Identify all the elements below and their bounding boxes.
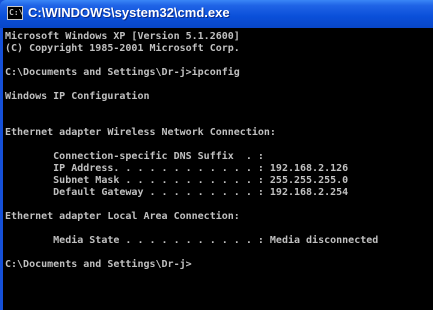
console-line: Ethernet adapter Local Area Connection: [5,211,240,222]
console-lines: Microsoft Windows XP [Version 5.1.2600] … [5,31,378,271]
console-output[interactable]: Microsoft Windows XP [Version 5.1.2600] … [3,28,433,310]
title-bar[interactable]: C:\ C:\WINDOWS\system32\cmd.exe [0,0,433,28]
console-line: Media State . . . . . . . . . . . : Medi… [5,235,379,246]
console-line: Default Gateway . . . . . . . . . : 192.… [5,187,349,198]
console-line: (C) Copyright 1985-2001 Microsoft Corp. [5,43,240,54]
console-line: Connection-specific DNS Suffix . : [5,151,264,162]
console-line: Windows IP Configuration [5,91,150,102]
console-line: IP Address. . . . . . . . . . . . : 192.… [5,163,349,174]
cmd-window: C:\ C:\WINDOWS\system32\cmd.exe Microsof… [0,0,433,310]
window-title: C:\WINDOWS\system32\cmd.exe [28,5,230,20]
console-line: C:\Documents and Settings\Dr-j> [5,259,192,270]
cmd-icon-glyph: C:\ [9,8,24,17]
console-line: Microsoft Windows XP [Version 5.1.2600] [5,31,240,42]
cmd-icon[interactable]: C:\ [7,6,23,20]
console-line: Ethernet adapter Wireless Network Connec… [5,127,276,138]
console-line: C:\Documents and Settings\Dr-j>ipconfig [5,67,240,78]
console-line: Subnet Mask . . . . . . . . . . . : 255.… [5,175,349,186]
